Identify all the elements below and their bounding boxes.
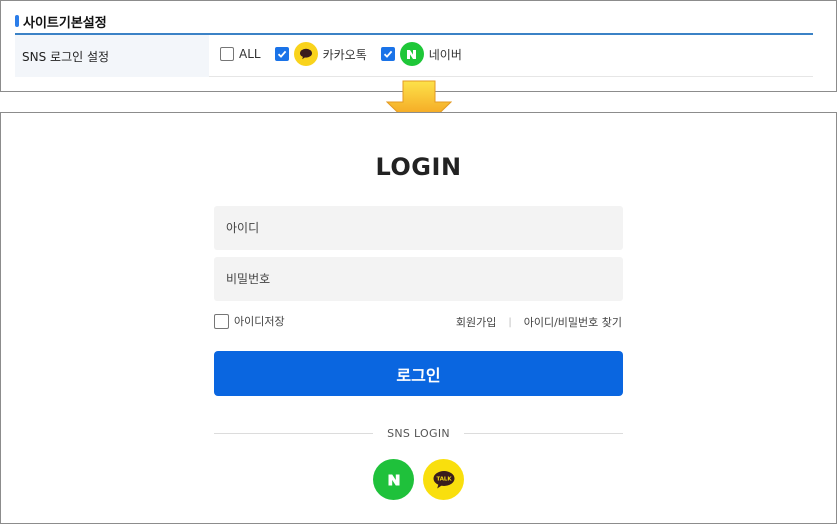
account-links: 회원가입 | 아이디/비밀번호 찾기 [456,314,622,330]
divider-line-left [214,432,374,434]
sns-login-setting-row: SNS 로그인 설정 ALL 카카오톡 네이버 [15,35,813,77]
divider-line-right [463,432,623,434]
remember-id[interactable]: 아이디저장 [214,313,285,329]
password-input[interactable] [214,257,623,301]
remember-id-label: 아이디저장 [234,315,285,328]
naver-checkbox[interactable] [380,47,395,61]
section-marker-icon [15,15,19,27]
option-naver[interactable]: 네이버 [380,42,462,66]
id-input[interactable] [214,206,623,250]
option-kakao[interactable]: 카카오톡 [274,42,367,66]
link-separator: | [508,316,512,328]
kakao-talk-icon [293,42,318,66]
row-label: SNS 로그인 설정 [15,35,209,77]
check-icon [277,50,286,58]
option-all-label: ALL [239,47,261,61]
naver-login-button[interactable] [373,459,414,500]
section-title: 사이트기본설정 [23,15,107,31]
option-naver-label: 네이버 [428,47,462,62]
option-all[interactable]: ALL [220,47,261,61]
sns-options: ALL 카카오톡 네이버 [220,35,470,73]
sns-login-label: SNS LOGIN [387,426,450,440]
all-checkbox[interactable] [220,47,234,61]
find-account-link[interactable]: 아이디/비밀번호 찾기 [524,314,622,330]
login-panel: LOGIN 아이디저장 회원가입 | 아이디/비밀번호 찾기 로그인 SNS L… [0,112,837,524]
login-button[interactable]: 로그인 [214,351,623,396]
kakao-login-button[interactable]: TALK [423,459,464,500]
settings-panel: 사이트기본설정 SNS 로그인 설정 ALL 카카오톡 네이버 [0,0,837,92]
remember-id-checkbox[interactable] [214,313,229,329]
naver-icon [388,474,399,485]
kakao-checkbox[interactable] [274,47,289,61]
check-icon [383,50,393,58]
section-header: 사이트기본설정 [15,11,107,31]
login-title: LOGIN [375,153,462,181]
sns-divider: SNS LOGIN [214,425,623,441]
naver-icon [399,42,424,66]
kakao-talk-glyph: TALK [436,476,452,482]
option-kakao-label: 카카오톡 [322,47,367,62]
kakao-talk-icon: TALK [433,470,454,488]
signup-link[interactable]: 회원가입 [456,314,496,330]
